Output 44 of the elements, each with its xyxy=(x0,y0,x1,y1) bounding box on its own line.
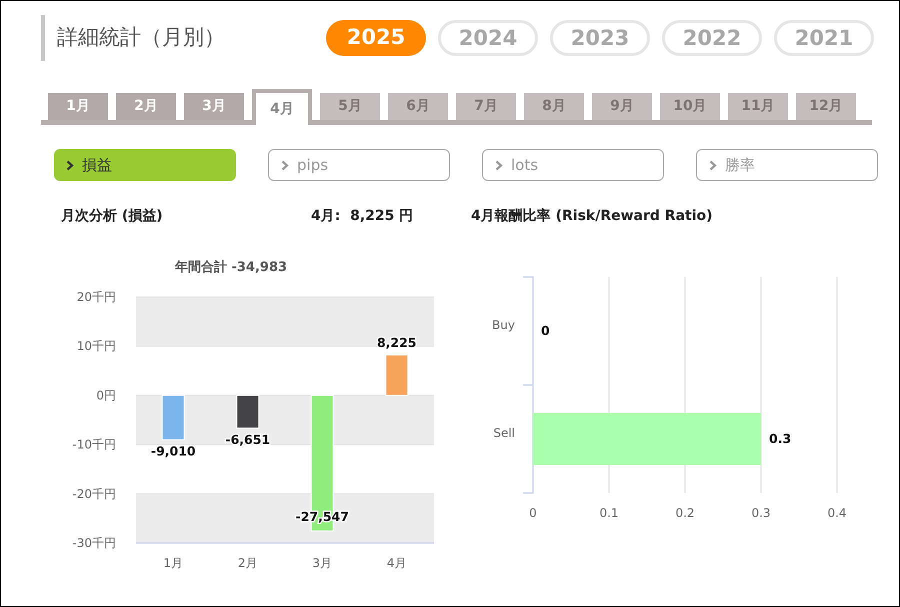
axis-label: 0円 xyxy=(96,388,116,402)
chevron-icon xyxy=(66,160,74,170)
axis-label: -30千円 xyxy=(72,536,116,550)
bar-value: -9,010 xyxy=(150,444,196,459)
year-tab[interactable]: 2025 xyxy=(326,20,426,56)
month-tab[interactable]: 4月 xyxy=(252,89,312,125)
chart-title: 年間合計 -34,983 xyxy=(174,260,288,275)
metric-button[interactable]: pips xyxy=(268,149,450,181)
axis-label: Sell xyxy=(493,426,515,440)
metric-button[interactable]: 勝率 xyxy=(696,149,878,181)
axis-label: 0 xyxy=(529,506,537,520)
bar-value: -27,547 xyxy=(296,508,349,524)
year-tab[interactable]: 2021 xyxy=(774,20,874,56)
chevron-icon xyxy=(281,160,289,170)
axis-label: 1月 xyxy=(163,556,184,570)
axis-label: -20千円 xyxy=(72,486,116,501)
bar-value: 8,225 xyxy=(376,334,417,350)
axis-label: -10千円 xyxy=(72,438,116,452)
axis-label: 20千円 xyxy=(76,290,116,304)
month-tab[interactable]: 3月 xyxy=(184,93,244,120)
metric-button[interactable]: 損益 xyxy=(54,149,236,181)
chevron-icon xyxy=(495,160,503,170)
chevron-icon xyxy=(709,160,717,170)
year-tab[interactable]: 2022 xyxy=(662,20,762,56)
month-tab[interactable]: 1月 xyxy=(48,93,108,120)
bar-value: -6,651 xyxy=(225,432,270,448)
axis-label: 4月 xyxy=(386,556,407,570)
panel-heading: 4月報酬比率 (Risk/Reward Ratio) xyxy=(471,206,713,226)
axis-label: 2月 xyxy=(238,556,258,570)
axis-label: 10千円 xyxy=(76,339,116,354)
month-tab[interactable]: 2月 xyxy=(116,93,176,120)
axis-label: 0.1 xyxy=(599,506,619,520)
metric-button[interactable]: lots xyxy=(482,149,664,181)
axis-label: 3月 xyxy=(312,556,332,570)
axis-label: Buy xyxy=(492,318,515,332)
year-tab[interactable]: 2023 xyxy=(550,20,650,56)
bar-value: 0 xyxy=(541,323,550,338)
bar-value: 0.3 xyxy=(769,431,792,446)
monthly-total: 4月: 8,225 円 xyxy=(311,206,414,226)
axis-label: 0.4 xyxy=(827,506,847,520)
axis-label: 0.3 xyxy=(751,506,771,520)
panel-heading: 月次分析 (損益) xyxy=(61,206,164,226)
year-tab[interactable]: 2024 xyxy=(438,20,538,56)
axis-label: 0.2 xyxy=(675,506,695,520)
